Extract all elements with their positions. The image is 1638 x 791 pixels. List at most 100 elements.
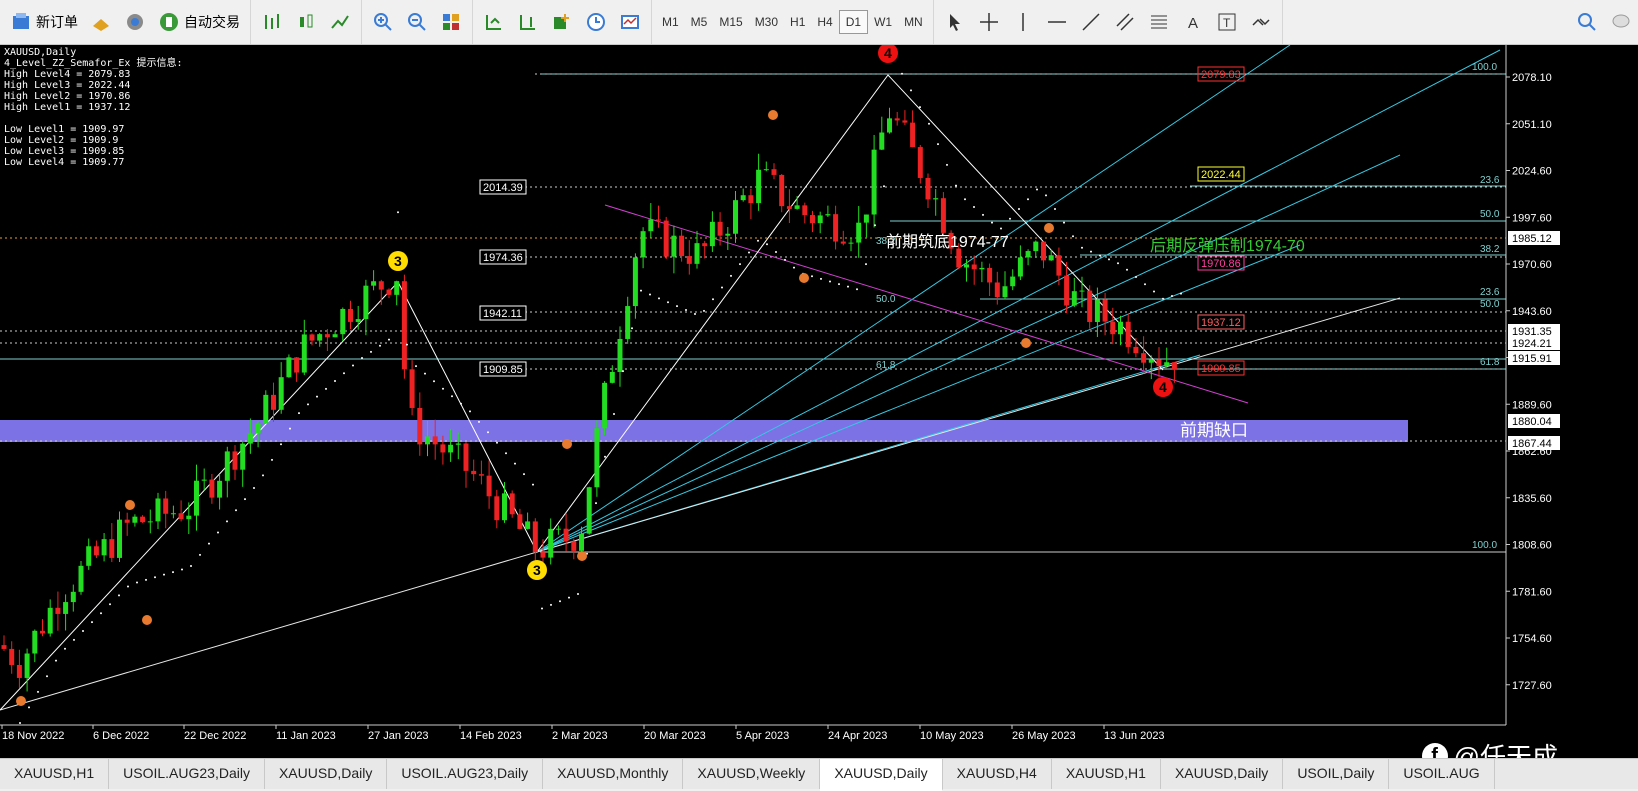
templates-button[interactable] (613, 7, 647, 37)
candle-body (70, 591, 76, 603)
line-chart-button[interactable] (323, 7, 357, 37)
chart-tab[interactable]: USOIL.AUG (1389, 759, 1495, 789)
sar-dot (55, 659, 57, 662)
indicators-button[interactable] (545, 7, 579, 37)
candle-body (548, 528, 554, 558)
new-order-button[interactable]: 新订单 (4, 7, 84, 37)
sar-dot (919, 106, 921, 109)
tf-m15[interactable]: M15 (713, 11, 748, 33)
search-button[interactable] (1570, 7, 1604, 37)
chart-tab[interactable]: USOIL.AUG23,Daily (109, 759, 265, 789)
signals-button[interactable] (118, 7, 152, 37)
candle-body (417, 407, 423, 445)
tf-m1[interactable]: M1 (656, 11, 685, 33)
sar-dot (631, 327, 633, 330)
chart-tab[interactable]: XAUUSD,Monthly (543, 759, 684, 789)
zoom-in-button[interactable] (366, 7, 400, 37)
sar-dot (829, 280, 831, 283)
chart-tab[interactable]: XAUUSD,Daily (265, 759, 388, 789)
candle-body (486, 475, 492, 497)
candle-body (594, 428, 600, 488)
tf-m30[interactable]: M30 (749, 11, 784, 33)
annotation-rebound: 后期反弹压制1974-70 (1150, 237, 1305, 255)
chart-tab[interactable]: XAUUSD,H4 (943, 759, 1052, 789)
chart-tab[interactable]: XAUUSD,Daily (1161, 759, 1284, 789)
auto-trading-button[interactable]: 自动交易 (152, 7, 246, 37)
price-tick-label: 1970.60 (1512, 259, 1552, 271)
tf-m5[interactable]: M5 (685, 11, 714, 33)
tf-h1[interactable]: H1 (784, 11, 811, 33)
chart-tab[interactable]: XAUUSD,H1 (1052, 759, 1161, 789)
tf-w1[interactable]: W1 (868, 11, 898, 33)
arrows-button[interactable] (1244, 7, 1278, 37)
trendline-button[interactable] (1074, 7, 1108, 37)
sar-dot (190, 564, 192, 567)
cursor-arrow-icon (949, 14, 960, 31)
market-watch-button[interactable] (84, 7, 118, 37)
chart-tab[interactable]: USOIL.AUG23,Daily (387, 759, 544, 789)
chart-tab-active[interactable]: XAUUSD,Daily (820, 759, 943, 791)
indicator-info: XAUUSD,Daily 4_Level_ZZ_Semafor_Ex 提示信息:… (4, 47, 182, 168)
date-tick-label: 6 Dec 2022 (93, 730, 149, 742)
sar-dot (577, 592, 579, 595)
sar-dot (676, 305, 678, 308)
zoom-out-icon (408, 13, 426, 31)
candle-body (363, 285, 369, 320)
candle-body (1102, 299, 1108, 322)
date-tick-label: 22 Dec 2022 (184, 730, 246, 742)
chart-tab[interactable]: USOIL,Daily (1283, 759, 1390, 789)
crosshair-button[interactable] (972, 7, 1006, 37)
sar-dot (1009, 217, 1011, 220)
horizontal-line-button[interactable] (1040, 7, 1074, 37)
price-chart[interactable]: 前期缺口 2014.39 1974.36 1942.11 1909.85 2079.83 2… (0, 45, 1638, 758)
sar-dot (433, 380, 435, 383)
candle-body (956, 248, 962, 268)
tf-d1[interactable]: D1 (838, 10, 869, 34)
text-label-button[interactable]: T (1210, 7, 1244, 37)
text-button[interactable]: A (1176, 7, 1210, 37)
sar-dot (172, 571, 174, 574)
sar-dot (910, 89, 912, 92)
sar-dot (415, 365, 417, 368)
chat-button[interactable] (1604, 7, 1638, 37)
candle-body (571, 541, 577, 551)
zigzag-line (0, 74, 1164, 711)
cursor-button[interactable] (938, 7, 972, 37)
chart-window[interactable]: 前期缺口 2014.39 1974.36 1942.11 1909.85 2079.83 2… (0, 45, 1638, 758)
candle-body (840, 241, 846, 244)
sar-dot (217, 531, 219, 534)
semafor-label-text: 1909.85 (1201, 363, 1241, 375)
tf-mn[interactable]: MN (898, 11, 929, 33)
price-tick-label: 1835.60 (1512, 493, 1552, 505)
bar-chart-button[interactable] (255, 7, 289, 37)
fibo-button[interactable] (1142, 7, 1176, 37)
sar-dot (478, 420, 480, 423)
equidistant-channel-button[interactable] (1108, 7, 1142, 37)
tf-h4[interactable]: H4 (811, 11, 838, 33)
candle-body (756, 169, 762, 204)
semafor-small-marker (768, 110, 778, 120)
level-label-text: 1942.11 (483, 308, 522, 320)
candle-body (679, 235, 685, 257)
fan-line (536, 154, 1401, 553)
periods-button[interactable] (579, 7, 613, 37)
candle-body (686, 256, 692, 264)
zoom-out-button[interactable] (400, 7, 434, 37)
chart-tab[interactable]: XAUUSD,H1 (0, 759, 110, 789)
date-tick-label: 27 Jan 2023 (368, 730, 429, 742)
sar-dot (136, 581, 138, 584)
chart-tab[interactable]: XAUUSD,Weekly (683, 759, 821, 789)
level-text-7: Low Level3 = 1909.85 (4, 146, 125, 157)
candle-chart-button[interactable] (289, 7, 323, 37)
vertical-line-button[interactable] (1006, 7, 1040, 37)
tile-windows-button[interactable] (434, 7, 468, 37)
candle-body (940, 198, 946, 233)
sar-dot (514, 462, 516, 465)
autoscroll-button[interactable] (477, 7, 511, 37)
sar-dot (1171, 295, 1173, 298)
sar-dot (658, 297, 660, 300)
fib-percent-label: 61.8 (876, 360, 896, 371)
timeframe-bar: M1 M5 M15 M30 H1 H4 D1 W1 MN (652, 0, 934, 44)
chart-shift-button[interactable] (511, 7, 545, 37)
sar-dot (244, 498, 246, 501)
